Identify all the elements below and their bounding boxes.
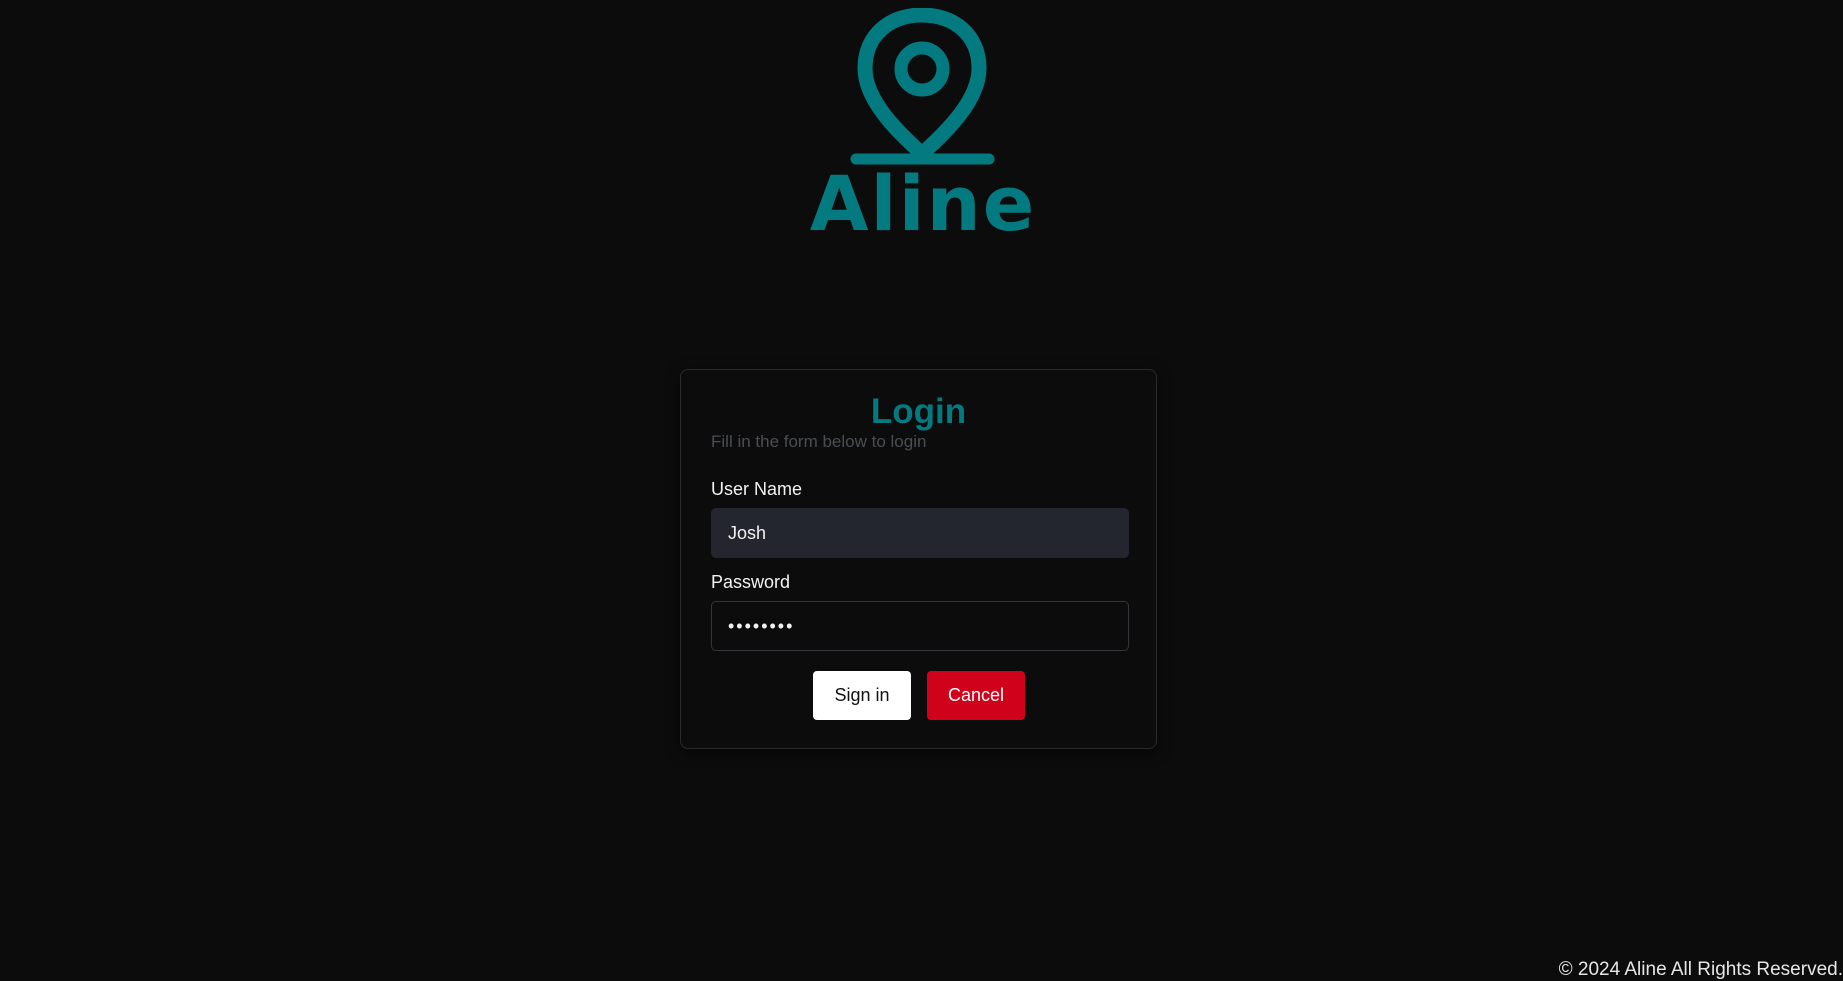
- brand-wordmark: Aline: [809, 159, 1037, 248]
- sign-in-button[interactable]: Sign in: [813, 671, 911, 720]
- login-card: Login Fill in the form below to login Us…: [680, 369, 1157, 749]
- password-input[interactable]: [711, 601, 1129, 651]
- login-page: Aline Login Fill in the form below to lo…: [0, 0, 1843, 981]
- brand-logo: Aline: [808, 8, 1038, 248]
- login-title: Login: [870, 392, 967, 431]
- map-pin-icon: [850, 8, 995, 165]
- username-input[interactable]: [711, 508, 1129, 558]
- username-label: User Name: [711, 479, 803, 499]
- copyright-footer: © 2024 Aline All Rights Reserved.: [1558, 959, 1843, 980]
- login-subtitle: Fill in the form below to login: [711, 432, 927, 451]
- password-label: Password: [711, 572, 791, 592]
- cancel-button[interactable]: Cancel: [927, 671, 1025, 720]
